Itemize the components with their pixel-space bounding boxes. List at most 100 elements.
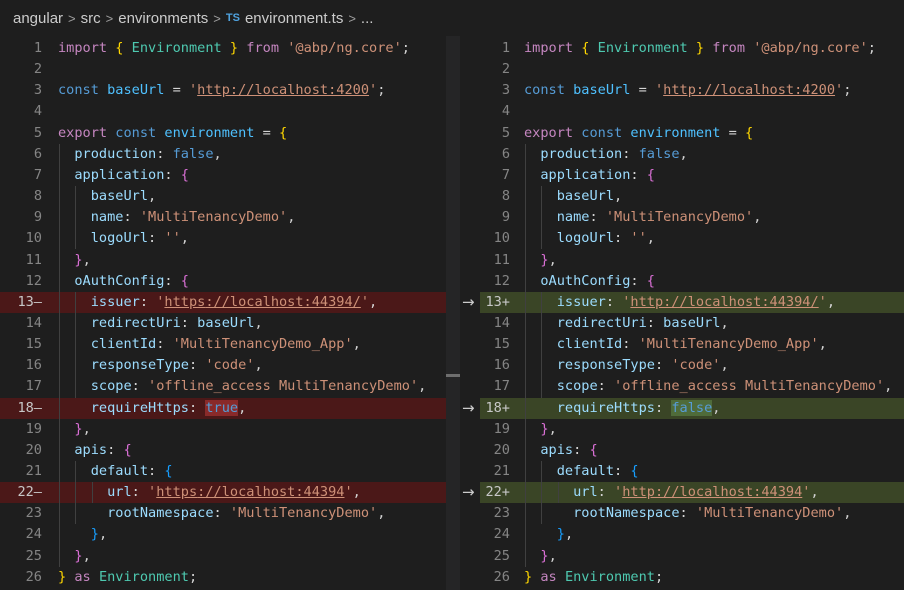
code-token: baseUrl — [197, 314, 255, 331]
code-token: issuer — [90, 293, 140, 310]
code-line[interactable]: 9 name: 'MultiTenancyDemo', — [480, 207, 904, 228]
code-text: } as Environment; — [58, 567, 197, 588]
code-line[interactable]: 20 apis: { — [0, 440, 446, 461]
code-line[interactable]: 26} as Environment; — [0, 567, 446, 588]
code-line[interactable]: 19 }, — [480, 419, 904, 440]
code-line[interactable]: 5 export const environment = { — [480, 123, 904, 144]
diff-original-pane[interactable]: 1 import { Environment } from '@abp/ng.co… — [0, 36, 446, 590]
line-number: 21 — [25, 463, 42, 479]
code-line[interactable]: 3 const baseUrl = 'http://localhost:4200'… — [480, 80, 904, 101]
code-token: : — [622, 145, 639, 162]
code-line[interactable]: 11 }, — [0, 250, 446, 271]
code-token: http://localhost:44394 — [622, 484, 803, 501]
code-text: }, — [58, 419, 90, 440]
code-token: '' — [164, 230, 181, 247]
code-token: , — [254, 314, 263, 331]
code-text: baseUrl, — [524, 186, 622, 207]
deleted-line[interactable]: 13— issuer: 'https://localhost:44394/', — [0, 291, 446, 313]
code-line[interactable]: 20 apis: { — [480, 440, 904, 461]
code-line[interactable]: 5 export const environment = { — [0, 123, 446, 144]
code-token: baseUrl — [573, 82, 631, 99]
diff-scrollbar[interactable] — [446, 36, 460, 590]
code-line[interactable]: 1 import { Environment } from '@abp/ng.co… — [480, 38, 904, 59]
code-line[interactable]: 26} as Environment; — [480, 567, 904, 588]
code-line[interactable]: 24 }, — [0, 524, 446, 545]
breadcrumb-item-environments[interactable]: environments — [118, 10, 208, 27]
revert-change-arrow-icon[interactable]: → — [462, 398, 475, 419]
code-line[interactable]: 12 oAuthConfig: { — [480, 271, 904, 292]
code-line[interactable]: 9 name: 'MultiTenancyDemo', — [0, 207, 446, 228]
code-token: baseUrl — [663, 314, 721, 331]
deleted-line[interactable]: 18— requireHttps: true, — [0, 397, 446, 419]
revert-change-arrow-icon[interactable]: → — [462, 292, 475, 313]
code-line[interactable]: 8 baseUrl, — [480, 186, 904, 207]
deleted-line[interactable]: 22— url: 'https://localhost:44394', — [0, 482, 446, 504]
code-line[interactable]: 4 — [480, 101, 904, 122]
code-text: requireHttps: true, — [58, 398, 246, 419]
code-line[interactable]: 16 responseType: 'code', — [0, 355, 446, 376]
inserted-line[interactable]: 22+ url: 'http://localhost:44394', — [480, 482, 904, 504]
line-number: 1 — [33, 40, 42, 56]
breadcrumb: angular > src > environments > TS enviro… — [0, 0, 904, 36]
code-line[interactable]: 24 }, — [480, 524, 904, 545]
code-line[interactable]: 8 baseUrl, — [0, 186, 446, 207]
code-line[interactable]: 6 production: false, — [480, 144, 904, 165]
code-text: logoUrl: '', — [524, 228, 655, 249]
breadcrumb-item-src[interactable]: src — [81, 10, 101, 27]
code-token: : — [213, 505, 230, 522]
breadcrumb-item-angular[interactable]: angular — [13, 10, 63, 27]
code-line[interactable]: 25 }, — [0, 546, 446, 567]
code-line[interactable]: 23 rootNamespace: 'MultiTenancyDemo', — [480, 503, 904, 524]
code-line[interactable]: 7 application: { — [0, 165, 446, 186]
code-token: { — [180, 272, 189, 289]
code-line[interactable]: 10 logoUrl: '', — [480, 228, 904, 249]
code-token: logoUrl — [556, 230, 615, 247]
code-line[interactable]: 21 default: { — [0, 461, 446, 482]
inserted-line[interactable]: 18+ requireHttps: false, — [480, 397, 904, 419]
revert-change-arrow-icon[interactable]: → — [462, 482, 475, 503]
code-line[interactable]: 21 default: { — [480, 461, 904, 482]
code-token: Environment — [564, 568, 655, 585]
code-token: , — [238, 399, 247, 416]
breadcrumb-item-file[interactable]: environment.ts — [245, 10, 343, 27]
code-line[interactable]: 19 }, — [0, 419, 446, 440]
code-line[interactable]: 11 }, — [480, 250, 904, 271]
code-line[interactable]: 7 application: { — [480, 165, 904, 186]
code-line[interactable]: 4 — [0, 101, 446, 122]
code-line[interactable]: 16 responseType: 'code', — [480, 355, 904, 376]
code-line[interactable]: 6 production: false, — [0, 144, 446, 165]
code-line[interactable]: 2 — [0, 59, 446, 80]
code-line[interactable]: 14 redirectUri: baseUrl, — [0, 313, 446, 334]
code-line[interactable]: 14 redirectUri: baseUrl, — [480, 313, 904, 334]
code-line[interactable]: 12 oAuthConfig: { — [0, 271, 446, 292]
code-line[interactable]: 3 const baseUrl = 'http://localhost:4200'… — [0, 80, 446, 101]
code-line[interactable]: 1 import { Environment } from '@abp/ng.co… — [0, 38, 446, 59]
code-line[interactable]: 23 rootNamespace: 'MultiTenancyDemo', — [0, 503, 446, 524]
code-line[interactable]: 10 logoUrl: '', — [0, 228, 446, 249]
code-token: } — [695, 40, 705, 56]
scrollbar-thumb[interactable] — [446, 374, 460, 377]
code-line[interactable]: 25 }, — [480, 546, 904, 567]
code-line[interactable]: 15 clientId: 'MultiTenancyDemo_App', — [0, 334, 446, 355]
code-line[interactable]: 17 scope: 'offline_access MultiTenancyDe… — [480, 376, 904, 397]
breadcrumb-more[interactable]: ... — [361, 10, 374, 27]
inserted-line[interactable]: 13+ issuer: 'http://localhost:44394/', — [480, 291, 904, 313]
code-line[interactable]: 2 — [480, 59, 904, 80]
code-token: requireHttps — [556, 399, 655, 416]
diff-modified-pane[interactable]: 1 import { Environment } from '@abp/ng.co… — [480, 36, 904, 590]
code-line[interactable]: 17 scope: 'offline_access MultiTenancyDe… — [0, 376, 446, 397]
code-token: } — [556, 526, 565, 543]
code-token: ; — [654, 568, 664, 585]
code-token: , — [843, 505, 852, 522]
code-line[interactable]: 15 clientId: 'MultiTenancyDemo_App', — [480, 334, 904, 355]
